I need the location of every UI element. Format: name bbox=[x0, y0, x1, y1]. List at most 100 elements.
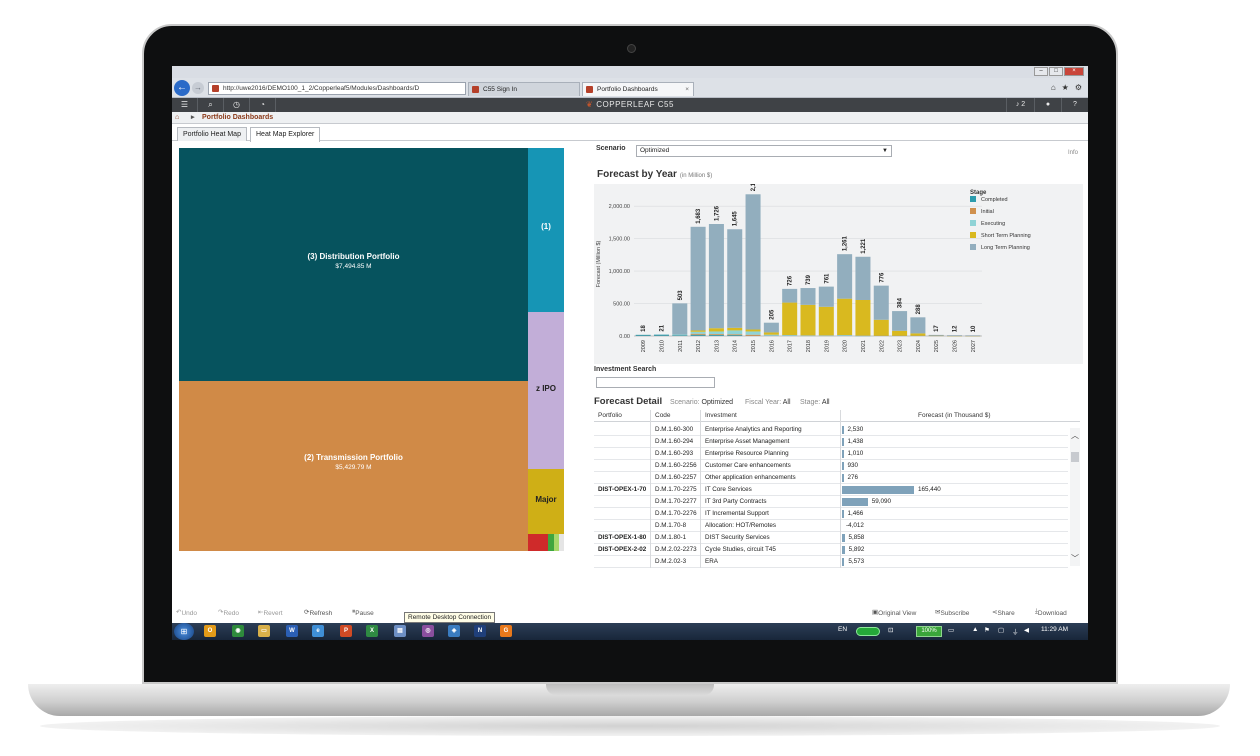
tab-portfolio-heat-map[interactable]: Portfolio Heat Map bbox=[177, 127, 247, 141]
help-icon[interactable]: ? bbox=[1061, 98, 1088, 112]
close-window-button[interactable]: × bbox=[1064, 67, 1084, 76]
redo-button[interactable]: ↷ Redo bbox=[218, 608, 239, 617]
chrome-taskbar-icon[interactable]: ◉ bbox=[232, 625, 244, 637]
address-bar[interactable]: http://uwe2016/DEMO100_1_2/Copperleaf5/M… bbox=[208, 82, 466, 95]
scenario-select[interactable]: Optimized ▼ bbox=[636, 145, 892, 157]
clock[interactable]: 11:29 AM bbox=[1041, 626, 1068, 633]
table-row[interactable]: D.M.1.60-2257 Other application enhanceme… bbox=[594, 472, 1068, 484]
treemap-tile-distribution[interactable]: (3) Distribution Portfolio $7,494.85 M bbox=[179, 148, 528, 381]
powerpoint-taskbar-icon[interactable]: P bbox=[340, 625, 352, 637]
ie-taskbar-icon[interactable]: e bbox=[312, 625, 324, 637]
language-indicator[interactable]: EN bbox=[838, 626, 847, 633]
orange-app-taskbar-icon[interactable]: G bbox=[500, 625, 512, 637]
battery-indicator[interactable]: 100% bbox=[916, 626, 942, 637]
minimize-button[interactable]: – bbox=[1034, 67, 1048, 76]
app-taskbar-icon[interactable]: ◈ bbox=[448, 625, 460, 637]
x-tick-label: 2021 bbox=[861, 340, 867, 352]
chevron-up-icon[interactable]: ︿ bbox=[1071, 430, 1079, 441]
home-icon[interactable]: ⌂ bbox=[175, 112, 179, 123]
excel-taskbar-icon[interactable]: X bbox=[366, 625, 378, 637]
tile-name: z IPO bbox=[535, 384, 556, 393]
tray-volume-icon[interactable]: ◀ bbox=[1024, 626, 1029, 634]
tray-flag-icon[interactable]: ⚑ bbox=[984, 626, 990, 634]
table-row[interactable]: D.M.1.60-294 Enterprise Asset Management 1… bbox=[594, 436, 1068, 448]
x-tick-label: 2015 bbox=[751, 340, 757, 352]
table-row[interactable]: D.M.1.60-300 Enterprise Analytics and Rep… bbox=[594, 424, 1068, 436]
notes-taskbar-icon[interactable]: N bbox=[474, 625, 486, 637]
app-header: ❦ COPPERLEAF C55 ☰ ⌕ ◷ ◔ ♪ 2 ● ? bbox=[172, 98, 1088, 112]
table-row[interactable]: D.M.1.70-8 Allocation: HOT/Remotes -4,012 bbox=[594, 520, 1068, 532]
word-taskbar-icon[interactable]: W bbox=[286, 625, 298, 637]
back-button[interactable]: ← bbox=[174, 80, 190, 96]
pause-label: Pause bbox=[355, 610, 374, 617]
windows-start-icon[interactable]: ⊞ bbox=[174, 623, 194, 640]
col-investment[interactable]: Investment bbox=[705, 412, 737, 419]
tray-plug-icon[interactable]: ⏚ bbox=[1012, 626, 1019, 636]
cell-investment: Other application enhancements bbox=[705, 474, 796, 481]
treemap-tile-small-grey[interactable] bbox=[559, 534, 564, 551]
breadcrumb-page[interactable]: Portfolio Dashboards bbox=[202, 114, 273, 121]
share-button[interactable]: ⋖ Share bbox=[992, 608, 1015, 617]
table-row[interactable]: D.M.1.60-293 Enterprise Resource Planning… bbox=[594, 448, 1068, 460]
treemap-tile-transmission[interactable]: (2) Transmission Portfolio $5,429.79 M bbox=[179, 381, 528, 551]
document-taskbar-icon[interactable]: ▤ bbox=[394, 625, 406, 637]
search-icon[interactable]: ⌕ bbox=[198, 98, 224, 112]
x-tick-label: 2022 bbox=[879, 340, 885, 352]
maximize-button[interactable]: □ bbox=[1049, 67, 1063, 76]
tab-portfolio-dashboards[interactable]: Portfolio Dashboards × bbox=[582, 82, 694, 96]
tray-arrow-icon[interactable]: ▲ bbox=[972, 626, 978, 633]
investment-search-input[interactable] bbox=[596, 377, 715, 388]
explorer-taskbar-icon[interactable]: ▭ bbox=[258, 625, 270, 637]
close-tab-icon[interactable]: × bbox=[685, 83, 689, 96]
forward-button[interactable]: → bbox=[192, 82, 204, 94]
col-forecast[interactable]: Forecast (in Thousand $) bbox=[918, 412, 991, 419]
original-view-button[interactable]: ▣ Original View bbox=[872, 608, 916, 617]
treemap-tile-z-ipo[interactable]: z IPO bbox=[528, 312, 564, 469]
notifications-button[interactable]: ♪ 2 bbox=[1006, 98, 1034, 112]
favorites-star-icon[interactable]: ★ bbox=[1062, 83, 1069, 92]
table-row[interactable]: DIST-OPEX-1-80 D.M.1.80-1 DIST Security Se… bbox=[594, 532, 1068, 544]
treemap-tile-major[interactable]: Major bbox=[528, 469, 564, 534]
menu-icon[interactable]: ☰ bbox=[172, 98, 198, 112]
table-row[interactable]: D.M.1.60-2256 Customer Care enhancements 9… bbox=[594, 460, 1068, 472]
tab-c55-sign-in[interactable]: C55 Sign In bbox=[468, 82, 580, 96]
scroll-thumb[interactable] bbox=[1071, 452, 1079, 462]
tray-battery-icon[interactable]: ▭ bbox=[948, 626, 954, 634]
tab-heat-map-explorer[interactable]: Heat Map Explorer bbox=[250, 127, 321, 142]
tray-monitor-icon[interactable]: ▢ bbox=[998, 626, 1004, 634]
table-row[interactable]: DIST-OPEX-2-02 D.M.2.02-2273 Cycle Studies… bbox=[594, 544, 1068, 556]
status-pill-icon[interactable] bbox=[856, 627, 880, 636]
home-icon[interactable]: ⌂ bbox=[1051, 83, 1056, 92]
table-row[interactable]: DIST-OPEX-1-70 D.M.1.70-2275 IT Core Servi… bbox=[594, 484, 1068, 496]
user-icon[interactable]: ● bbox=[1034, 98, 1061, 112]
pause-button[interactable]: ⏸ Pause bbox=[352, 608, 374, 617]
cell-investment: DIST Security Services bbox=[705, 534, 770, 541]
table-scrollbar[interactable]: ︿ ﹀ bbox=[1070, 428, 1080, 566]
col-code[interactable]: Code bbox=[655, 412, 671, 419]
scenario-label: Scenario bbox=[596, 145, 626, 152]
cell-code: D.M.1.70-8 bbox=[655, 522, 687, 529]
info-link[interactable]: Info bbox=[1068, 150, 1078, 156]
revert-button[interactable]: ⇤ Revert bbox=[258, 608, 283, 617]
bar-segment bbox=[910, 333, 926, 336]
table-row[interactable]: D.M.1.70-2276 IT Incremental Support 1,466 bbox=[594, 508, 1068, 520]
dashboard-icon[interactable]: ◔ bbox=[250, 98, 276, 112]
chevron-right-icon: ▸ bbox=[191, 114, 195, 121]
x-tick-label: 2023 bbox=[898, 340, 904, 352]
settings-gear-icon[interactable]: ⚙ bbox=[1075, 83, 1082, 92]
table-row[interactable]: D.M.2.02-3 ERA 5,573 bbox=[594, 556, 1068, 568]
refresh-button[interactable]: ⟳ Refresh bbox=[304, 608, 332, 617]
y-tick-label: 500.00 bbox=[613, 302, 630, 308]
table-row[interactable]: D.M.1.70-2277 IT 3rd Party Contracts 59,09… bbox=[594, 496, 1068, 508]
treemap-tile-small-red[interactable] bbox=[528, 534, 548, 551]
chevron-down-icon[interactable]: ﹀ bbox=[1071, 553, 1079, 564]
treemap-tile-1[interactable]: (1) bbox=[528, 148, 564, 312]
subscribe-button[interactable]: ✉ Subscribe bbox=[935, 608, 969, 617]
tray-network-icon[interactable]: ⊡ bbox=[888, 626, 893, 634]
outlook-taskbar-icon[interactable]: O bbox=[204, 625, 216, 637]
remote-desktop-taskbar-icon[interactable]: ◎ bbox=[422, 625, 434, 637]
clock-icon[interactable]: ◷ bbox=[224, 98, 250, 112]
undo-button[interactable]: ↶ Undo bbox=[176, 608, 197, 617]
download-button[interactable]: ⤓ Download bbox=[1035, 608, 1067, 617]
col-portfolio[interactable]: Portfolio bbox=[598, 412, 622, 419]
